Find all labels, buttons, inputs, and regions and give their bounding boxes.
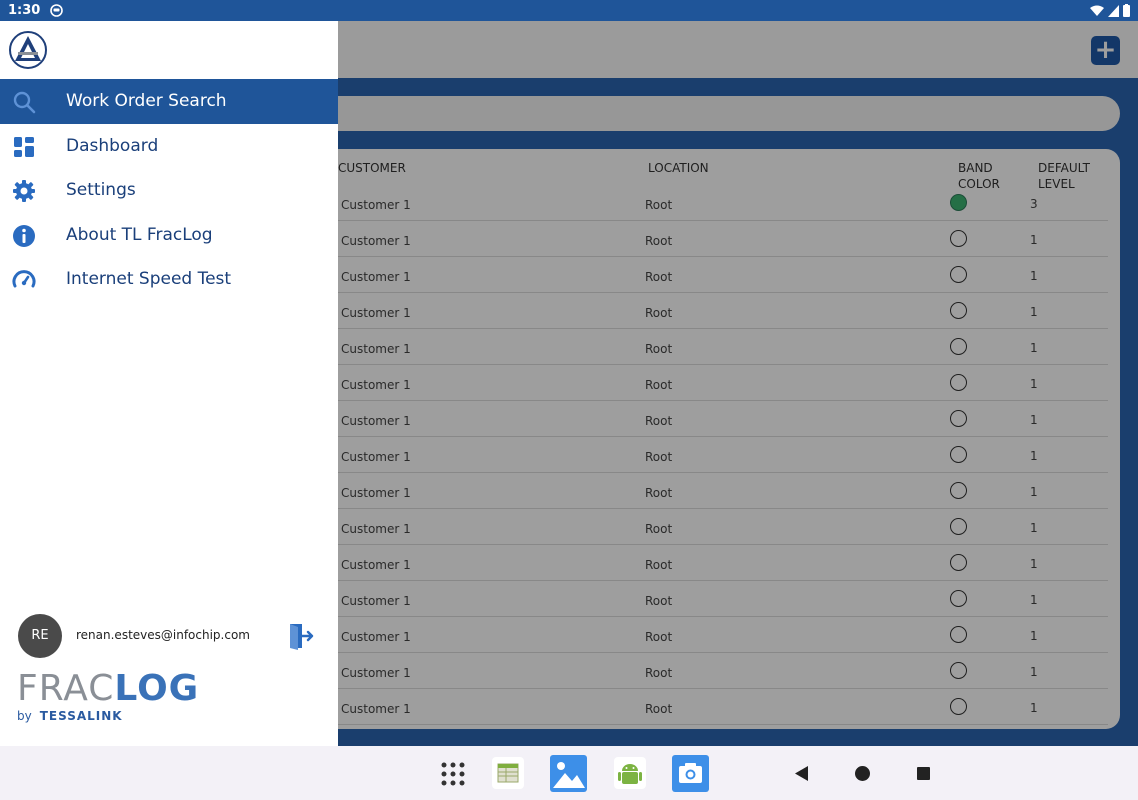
recents-icon[interactable] bbox=[917, 767, 930, 780]
camera-app-icon[interactable] bbox=[672, 755, 709, 792]
menu-item-speed-test[interactable]: Internet Speed Test bbox=[0, 257, 338, 302]
brand-frac: FRAC bbox=[17, 668, 115, 709]
drawer-menu: Work Order Search Dashboard Settings Abo… bbox=[0, 79, 338, 302]
search-icon bbox=[13, 91, 36, 114]
menu-item-label: About TL FracLog bbox=[66, 224, 213, 245]
dashboard-icon bbox=[14, 136, 34, 157]
app-logo bbox=[9, 31, 47, 69]
menu-item-dashboard[interactable]: Dashboard bbox=[0, 124, 338, 169]
wifi-icon bbox=[1090, 5, 1104, 16]
menu-item-label: Internet Speed Test bbox=[66, 269, 232, 290]
fraclog-brand-logo: FRACLOG by TESSALINK bbox=[17, 668, 200, 724]
avatar: RE bbox=[18, 614, 62, 658]
signal-icon bbox=[1108, 4, 1119, 17]
back-icon[interactable] bbox=[795, 766, 809, 781]
logout-icon[interactable] bbox=[288, 622, 314, 650]
brand-by: by bbox=[17, 709, 32, 723]
menu-item-settings[interactable]: Settings bbox=[0, 168, 338, 213]
app-drawer-icon[interactable] bbox=[440, 761, 466, 787]
brand-tessalink: TESSALINK bbox=[39, 709, 123, 723]
info-icon bbox=[13, 224, 35, 247]
menu-item-label: Work Order Search bbox=[66, 91, 227, 112]
menu-item-about[interactable]: About TL FracLog bbox=[0, 213, 338, 258]
menu-item-label: Settings bbox=[66, 180, 136, 201]
home-icon[interactable] bbox=[855, 766, 870, 781]
menu-item-work-order-search[interactable]: Work Order Search bbox=[0, 79, 338, 124]
system-navigation-bar bbox=[0, 746, 1138, 800]
user-email: renan.esteves@infochip.com bbox=[76, 628, 250, 642]
speedometer-icon bbox=[12, 270, 36, 288]
menu-item-label: Dashboard bbox=[66, 135, 159, 156]
android-app-icon[interactable] bbox=[612, 755, 648, 791]
brand-log: LOG bbox=[114, 668, 200, 709]
spreadsheet-app-icon[interactable] bbox=[490, 755, 526, 791]
navigation-drawer: Work Order Search Dashboard Settings Abo… bbox=[0, 21, 338, 746]
gallery-app-icon[interactable] bbox=[550, 755, 587, 792]
status-time: 1:30 bbox=[8, 3, 41, 18]
notification-icon bbox=[50, 4, 64, 17]
battery-icon bbox=[1123, 4, 1130, 17]
user-profile: RE renan.esteves@infochip.com bbox=[18, 614, 328, 658]
gear-icon bbox=[13, 180, 35, 202]
status-bar: 1:30 bbox=[0, 0, 1138, 21]
